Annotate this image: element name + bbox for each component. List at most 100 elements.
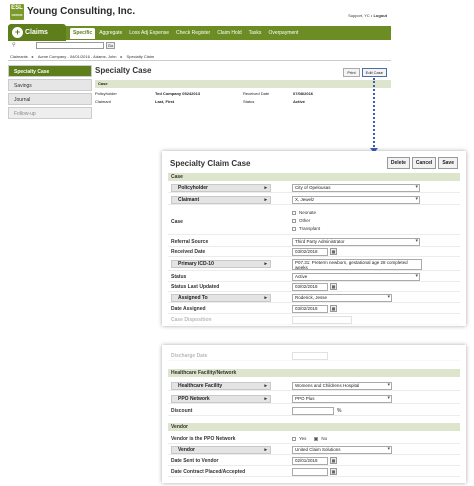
date-sent-input[interactable]: 02/01/2018 xyxy=(292,457,328,465)
healthcare-facility-select[interactable]: Womens and Childrens Hospital xyxy=(292,382,392,390)
vendor-lookup-button[interactable]: Vendor ▸ xyxy=(171,446,271,454)
case-section-header: Case xyxy=(168,173,460,181)
checkbox[interactable] xyxy=(292,226,296,231)
claimant-lookup-button[interactable]: Claimant ▸ xyxy=(171,196,271,204)
checkbox[interactable] xyxy=(292,210,296,215)
triangle-right-icon: ▸ xyxy=(264,185,267,191)
save-button[interactable]: Save xyxy=(438,157,458,169)
sidebar-item-journal[interactable]: Journal xyxy=(8,93,92,105)
case-disposition-row: Case Disposition xyxy=(168,315,460,325)
ppo-network-select[interactable]: PPO Plus xyxy=(292,395,392,403)
calendar-icon[interactable]: ▦ xyxy=(330,457,337,464)
calendar-icon[interactable]: ▦ xyxy=(330,248,337,255)
case-option-other[interactable]: Other xyxy=(292,217,320,225)
discharge-date-row: Discharge Date xyxy=(168,351,460,361)
status-updated-input[interactable]: 03/02/2018 xyxy=(292,283,328,291)
chevron-right-icon: ▸ xyxy=(31,54,34,59)
policyholder-lookup-button[interactable]: Policyholder ▸ xyxy=(171,184,271,192)
tab-aggregate[interactable]: Aggregate xyxy=(96,28,125,39)
edit-case-button[interactable]: Edit Case xyxy=(361,68,387,77)
case-option-neonate[interactable]: Neonate xyxy=(292,209,320,217)
sidebar-item-specialty-case[interactable]: Specialty Case xyxy=(8,65,92,77)
primary-icd-label: Primary ICD-10 xyxy=(178,261,214,267)
discharge-date-input[interactable] xyxy=(292,352,328,360)
discount-row: Discount % xyxy=(168,406,460,416)
go-button[interactable]: Go xyxy=(106,42,115,49)
field-label: Claimant xyxy=(95,99,111,104)
option-label: Neonate xyxy=(299,210,317,215)
triangle-right-icon: ▸ xyxy=(264,383,267,389)
case-disposition-select[interactable] xyxy=(292,316,352,324)
discount-input[interactable] xyxy=(292,407,334,415)
primary-icd-lookup-button[interactable]: Primary ICD-10 ▸ xyxy=(171,260,271,268)
checkbox[interactable] xyxy=(292,218,296,223)
vendor-select[interactable]: United Claim Solutions xyxy=(292,446,392,454)
esl-logo: ESL OFFICE xyxy=(10,4,24,20)
breadcrumb-item[interactable]: Claimants xyxy=(10,54,28,59)
policyholder-label: Policyholder xyxy=(178,185,209,191)
assigned-to-select[interactable]: Roderick, Jesse xyxy=(292,294,392,302)
cancel-button[interactable]: Cancel xyxy=(411,157,437,169)
policyholder-select[interactable]: City of Opelousas xyxy=(292,184,420,192)
tab-claim-hold[interactable]: Claim Hold xyxy=(214,28,244,39)
referral-source-label: Referral Source xyxy=(171,239,209,245)
received-date-row: Received Date 03/02/2018 ▦ xyxy=(168,247,460,257)
edit-case-panel-continued: Discharge Date Healthcare Facility/Netwo… xyxy=(162,345,466,483)
primary-icd-row: Primary ICD-10 ▸ P07.31: Preterm newborn… xyxy=(168,258,460,271)
claims-module[interactable]: + Claims xyxy=(8,24,66,41)
received-date-input[interactable]: 03/02/2018 xyxy=(292,248,328,256)
callout-connector xyxy=(373,78,375,150)
delete-button[interactable]: Delete xyxy=(386,157,410,169)
search-input[interactable] xyxy=(36,42,104,49)
breadcrumb-item[interactable]: Acme Company - 04/01/2016 - Adams, John xyxy=(38,54,117,59)
sidebar: Specialty Case Savings Journal Follow-up xyxy=(8,65,92,121)
triangle-right-icon: ▸ xyxy=(264,261,267,267)
vendor-is-ppo-options: Yes No xyxy=(292,435,327,443)
checkbox-yes[interactable] xyxy=(292,436,296,441)
logout-link[interactable]: Logout xyxy=(373,13,387,18)
panel-title: Specialty Claim Case xyxy=(170,159,251,168)
policyholder-row: Policyholder ▸ City of Opelousas xyxy=(168,183,460,193)
date-contract-input[interactable] xyxy=(292,468,328,476)
calendar-icon[interactable]: ▦ xyxy=(330,305,337,312)
option-no[interactable]: No xyxy=(314,435,327,443)
calendar-icon[interactable]: ▦ xyxy=(330,468,337,475)
date-assigned-input[interactable]: 03/02/2018 xyxy=(292,305,328,313)
support-link[interactable]: Support, YC xyxy=(348,13,370,18)
page-actions: Print Edit Case xyxy=(343,68,387,77)
field-label: Received Date xyxy=(243,91,270,96)
no-label: No xyxy=(321,436,328,441)
sidebar-item-follow-up[interactable]: Follow-up xyxy=(8,107,92,119)
calendar-icon[interactable]: ▦ xyxy=(330,283,337,290)
date-contract-label: Date Contract Placed/Accepted xyxy=(171,469,246,475)
tab-tasks[interactable]: Tasks xyxy=(246,28,265,39)
date-assigned-row: Date Assigned 03/02/2018 ▦ xyxy=(168,304,460,314)
tab-check-register[interactable]: Check Register xyxy=(173,28,213,39)
field-value: Ted Company 05242013 xyxy=(155,91,201,96)
sidebar-item-savings[interactable]: Savings xyxy=(8,79,92,91)
print-button[interactable]: Print xyxy=(343,68,360,77)
case-option-transplant[interactable]: Transplant xyxy=(292,225,320,233)
healthcare-facility-lookup-button[interactable]: Healthcare Facility ▸ xyxy=(171,382,271,390)
referral-source-select[interactable]: Third Party Administrator xyxy=(292,238,420,246)
triangle-right-icon: ▸ xyxy=(264,295,267,301)
ppo-network-lookup-button[interactable]: PPO Network ▸ xyxy=(171,395,271,403)
tab-overpayment[interactable]: Overpayment xyxy=(265,28,301,39)
tab-specific[interactable]: Specific xyxy=(70,28,96,39)
claimant-select[interactable]: X, Jewelz xyxy=(292,196,420,204)
tab-loss-adj-expense[interactable]: Loss Adj Expense xyxy=(126,28,172,39)
checkbox-no[interactable] xyxy=(314,436,319,441)
background-window: ESL OFFICE Young Consulting, Inc. Suppor… xyxy=(4,0,391,124)
received-date-label: Received Date xyxy=(171,249,206,255)
status-label: Status xyxy=(171,274,187,280)
ppo-network-label: PPO Network xyxy=(178,396,210,402)
chevron-right-icon: ▸ xyxy=(120,54,123,59)
date-contract-row: Date Contract Placed/Accepted ▦ xyxy=(168,467,460,477)
primary-icd-value[interactable]: P07.31: Preterm newborn, gestational age… xyxy=(292,259,422,270)
discharge-date-label: Discharge Date xyxy=(171,353,208,359)
vendor-is-ppo-label: Vendor is the PPO Network xyxy=(171,436,236,442)
assigned-to-lookup-button[interactable]: Assigned To ▸ xyxy=(171,294,271,302)
option-yes[interactable]: Yes xyxy=(292,435,306,443)
status-select[interactable]: Active xyxy=(292,273,420,281)
logo-text: ESL xyxy=(11,5,23,11)
